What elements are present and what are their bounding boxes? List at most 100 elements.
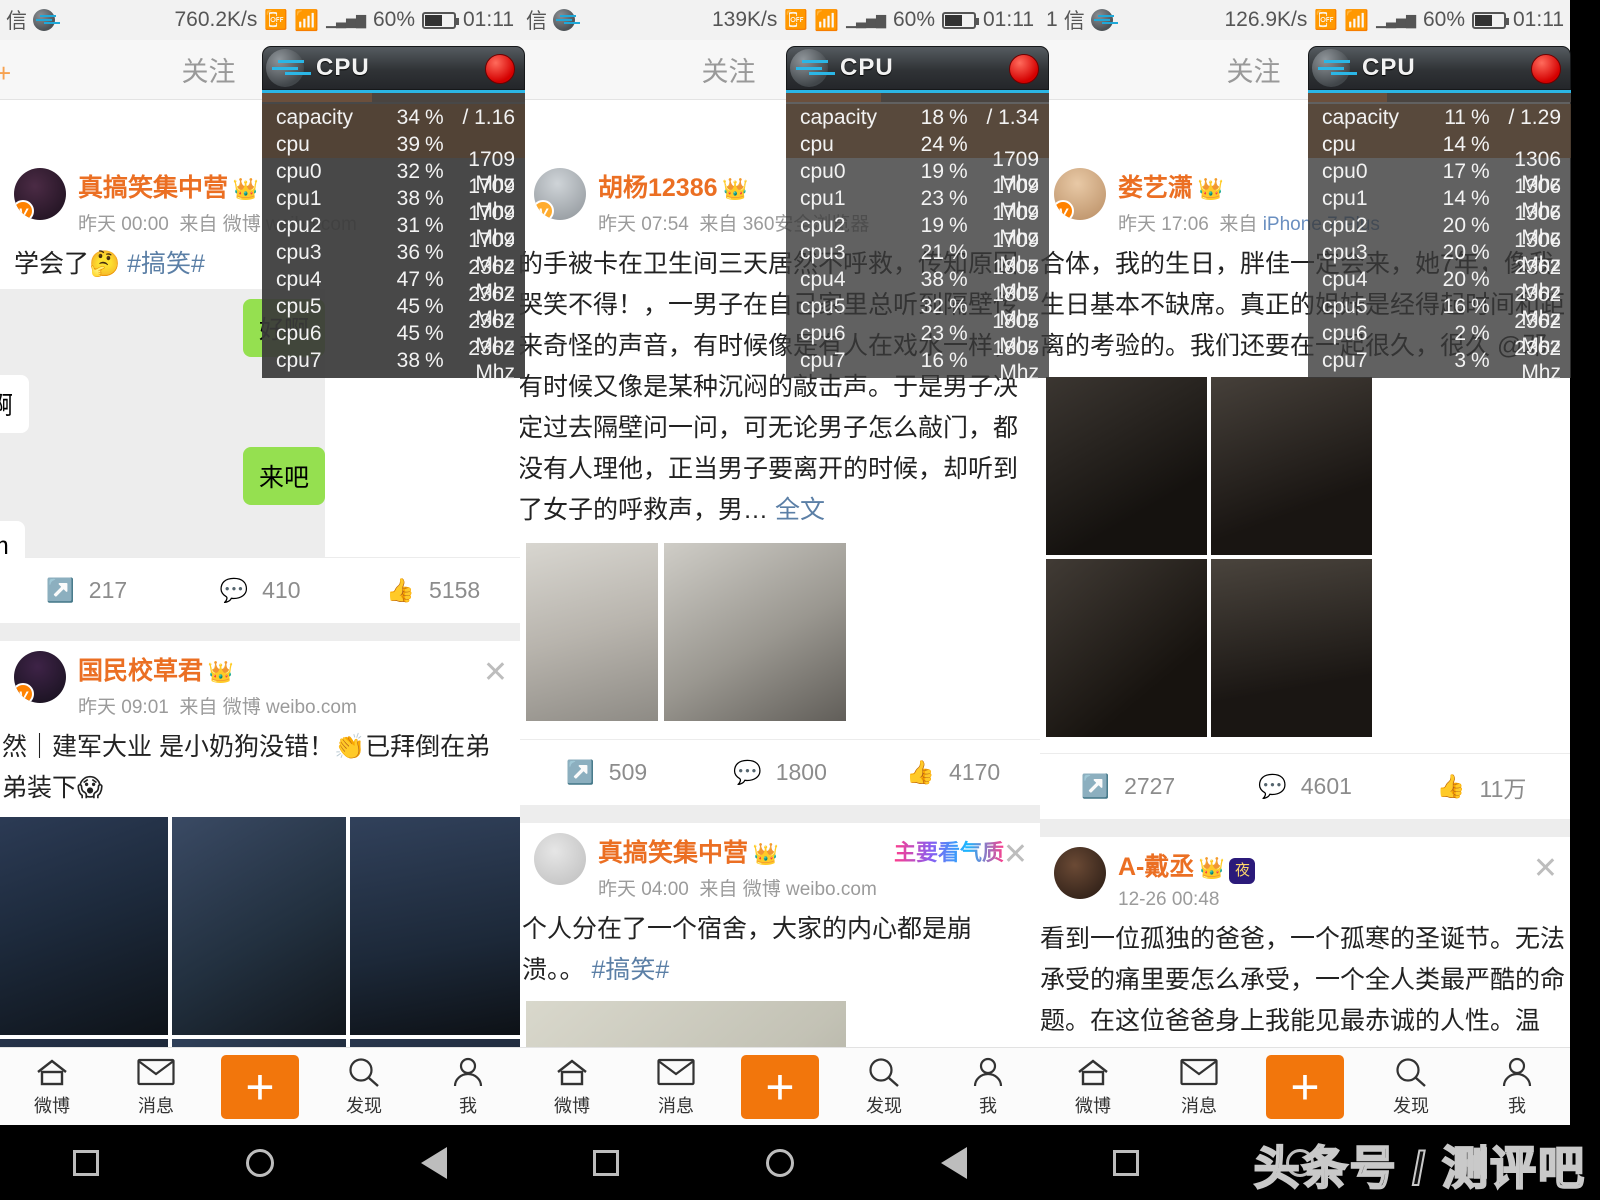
tab-follow[interactable]: 关注: [144, 50, 274, 89]
close-icon[interactable]: ✕: [483, 655, 508, 690]
cpu-row: cpu716%1805 Mhz: [786, 347, 1049, 374]
post-image[interactable]: [526, 543, 658, 721]
nav-item-home[interactable]: 微博: [1040, 1055, 1146, 1118]
post-image-grid[interactable]: [0, 817, 520, 1077]
cpu-widget-titlebar[interactable]: CPU: [262, 46, 525, 90]
post-image-grid[interactable]: [1046, 377, 1372, 737]
avatar[interactable]: V: [1054, 168, 1106, 220]
post-author-name[interactable]: 胡杨12386: [598, 174, 718, 202]
avatar[interactable]: V: [14, 168, 66, 220]
comment-stat[interactable]: 💬 4601: [1217, 773, 1394, 800]
cpu-widget-right[interactable]: CPU capacity11%/ 1.29 cpu14% cpu017%1306…: [1308, 46, 1571, 378]
battery-percent: 60%: [893, 8, 935, 32]
plus-icon[interactable]: +: [1266, 1055, 1344, 1119]
sticker-promo[interactable]: 主要看气质: [894, 835, 1004, 867]
cpu-widget-title: CPU: [1362, 54, 1416, 82]
home-icon: [1077, 1055, 1109, 1089]
hashtag-link-2[interactable]: #搞笑#: [591, 956, 669, 984]
nav-item-compose[interactable]: +: [728, 1055, 832, 1119]
post-image-row[interactable]: [526, 543, 1026, 721]
nav-item-profile[interactable]: 我: [1464, 1055, 1570, 1118]
back-icon[interactable]: [421, 1147, 447, 1179]
share-stat[interactable]: ↗️ 2727: [1040, 773, 1217, 800]
back-icon[interactable]: [941, 1147, 967, 1179]
avatar[interactable]: V: [534, 168, 586, 220]
cpu-widget-titlebar[interactable]: CPU: [1308, 46, 1571, 90]
nav-label-profile: 我: [459, 1092, 477, 1118]
nav-item-discover[interactable]: 发现: [1358, 1055, 1464, 1118]
share-stat[interactable]: ↗️ 509: [520, 759, 693, 786]
envelope-icon: [657, 1055, 695, 1089]
home-circle-icon[interactable]: [246, 1149, 274, 1177]
nav-item-compose[interactable]: +: [1252, 1055, 1358, 1119]
section-divider: [0, 623, 520, 641]
record-button[interactable]: [1531, 54, 1561, 84]
hashtag-link[interactable]: #搞笑#: [127, 250, 205, 278]
post-author-name-2[interactable]: 真搞笑集中营: [598, 839, 748, 867]
comment-stat[interactable]: 💬 410: [173, 577, 346, 604]
cpu-row: cpu738%2362 Mhz: [262, 347, 525, 374]
avatar-2[interactable]: V: [14, 651, 66, 703]
tab-follow[interactable]: 关注: [664, 50, 794, 89]
nav-item-discover[interactable]: 发现: [832, 1055, 936, 1118]
nav-label-profile: 我: [979, 1092, 997, 1118]
post-author-name[interactable]: 娄艺潇: [1118, 174, 1193, 202]
avatar-2[interactable]: [534, 833, 586, 885]
post-author-name-2[interactable]: 国民校草君: [78, 657, 203, 685]
post-image[interactable]: [1211, 377, 1372, 555]
like-stat[interactable]: 👍 4170: [867, 759, 1040, 786]
like-stat[interactable]: 👍 11万: [1393, 770, 1570, 804]
cpu-widget-left[interactable]: CPU capacity34%/ 1.16 cpu39% cpu032%1709…: [262, 46, 525, 378]
compose-plus-icon[interactable]: +: [0, 58, 11, 89]
recents-icon[interactable]: [593, 1150, 619, 1176]
nav-item-discover[interactable]: 发现: [312, 1055, 416, 1118]
nav-item-messages[interactable]: 消息: [1146, 1055, 1252, 1118]
share-count: 2727: [1124, 773, 1175, 800]
cpu-widget-middle[interactable]: CPU capacity18%/ 1.34 cpu24% cpu019%1709…: [786, 46, 1049, 378]
nav-item-profile[interactable]: 我: [416, 1055, 520, 1118]
plus-icon[interactable]: +: [221, 1055, 299, 1119]
nav-item-messages[interactable]: 消息: [624, 1055, 728, 1118]
nav-item-messages[interactable]: 消息: [104, 1055, 208, 1118]
read-more-link[interactable]: 全文: [775, 496, 825, 524]
share-stat[interactable]: ↗️ 217: [0, 577, 173, 604]
post-image[interactable]: [664, 543, 846, 721]
plus-icon[interactable]: +: [741, 1055, 819, 1119]
load-bar: [786, 93, 1049, 102]
like-stat[interactable]: 👍 5158: [347, 577, 520, 604]
recents-icon[interactable]: [73, 1150, 99, 1176]
bottom-nav-bar: 微博 消息 + 发现 我: [1040, 1047, 1570, 1125]
share-icon: ↗️: [46, 577, 75, 604]
nav-item-compose[interactable]: +: [208, 1055, 312, 1119]
verified-badge-icon: V: [534, 200, 554, 220]
nav-item-profile[interactable]: 我: [936, 1055, 1040, 1118]
comment-count: 410: [262, 577, 300, 604]
post-card-2[interactable]: ✕ V 国民校草君 👑 昨天 09:01 来自 微博 weibo.com 然｜建: [0, 641, 520, 813]
close-icon[interactable]: ✕: [1003, 837, 1028, 872]
post-image[interactable]: [1046, 559, 1207, 737]
cpu-widget-titlebar[interactable]: CPU: [786, 46, 1049, 90]
post-author-name-2[interactable]: A-戴丞: [1118, 853, 1194, 881]
comment-stat[interactable]: 💬 1800: [693, 759, 866, 786]
avatar-2[interactable]: [1054, 847, 1106, 899]
thumbs-up-icon: 👍: [386, 577, 415, 604]
post-image[interactable]: [0, 817, 168, 1035]
post-image[interactable]: [172, 817, 346, 1035]
close-icon[interactable]: ✕: [1533, 851, 1558, 886]
record-button[interactable]: [1009, 54, 1039, 84]
nav-item-home[interactable]: 微博: [520, 1055, 624, 1118]
post-author-name[interactable]: 真搞笑集中营: [78, 174, 228, 202]
recents-icon[interactable]: [1113, 1150, 1139, 1176]
signal-icon: ▁▃▅▇: [326, 16, 366, 25]
net-speed-label: 126.9K/s: [1224, 8, 1307, 32]
post-from-label: 来自: [1219, 214, 1257, 235]
record-button[interactable]: [485, 54, 515, 84]
post-meta-2: 昨天 09:01 来自 微博 weibo.com: [78, 692, 506, 719]
tab-follow[interactable]: 关注: [1189, 50, 1319, 89]
nav-item-home[interactable]: 微博: [0, 1055, 104, 1118]
post-image[interactable]: [350, 817, 520, 1035]
post-image[interactable]: [1046, 377, 1207, 555]
home-circle-icon[interactable]: [766, 1149, 794, 1177]
post-image[interactable]: [1211, 559, 1372, 737]
post-text-2-body: 个人分在了一个宿舍，大家的内心都是崩溃。。: [522, 915, 972, 984]
